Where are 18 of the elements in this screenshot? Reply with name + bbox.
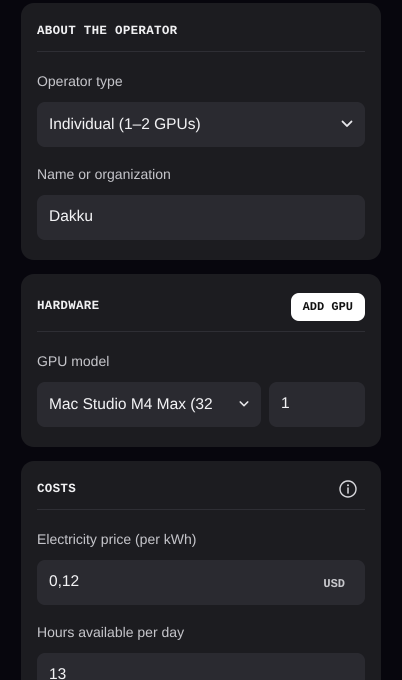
add-gpu-button[interactable]: ADD GPU — [290, 292, 365, 321]
dropdown[interactable]: Individual (1–2 GPUs) — [37, 102, 365, 147]
input-field[interactable]: Dakku — [37, 194, 365, 240]
unit-label: USD — [323, 576, 345, 592]
info-icon[interactable] — [339, 480, 357, 498]
field-label: Electricity price (per kWh) — [37, 530, 196, 549]
chevron-down-icon — [239, 400, 249, 408]
input-field[interactable]: 13 — [37, 652, 365, 680]
dropdown[interactable]: Mac Studio M4 Max (32 — [37, 382, 261, 427]
section-title: HARDWARE — [37, 298, 100, 316]
field-label: GPU model — [37, 352, 110, 371]
field-label: Name or organization — [37, 164, 171, 184]
quantity-field[interactable]: 1 — [269, 382, 365, 427]
section-title: COSTS — [37, 480, 76, 498]
field-label: Operator type — [37, 72, 123, 91]
section-title: ABOUT THE OPERATOR — [37, 23, 178, 40]
chevron-down-icon — [341, 120, 353, 128]
field-label: Hours available per day — [37, 622, 184, 642]
